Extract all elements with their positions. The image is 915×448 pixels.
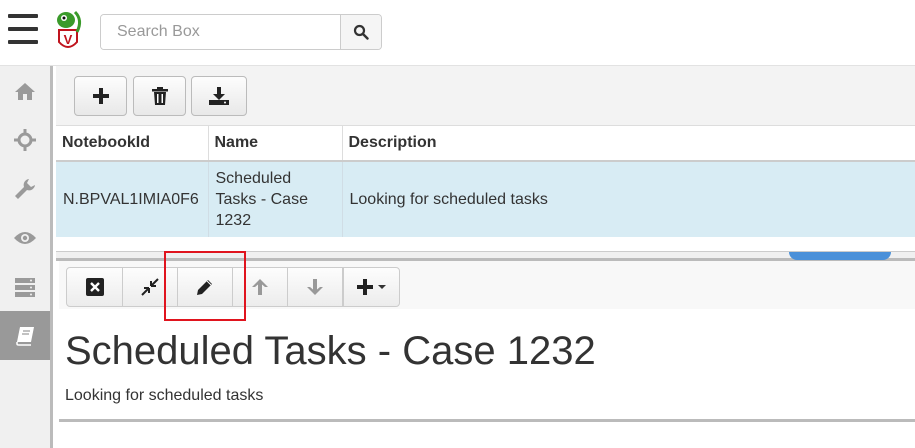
cell-toolbar (59, 261, 915, 309)
collapse-cell-button[interactable] (122, 267, 178, 307)
pane-splitter[interactable] (56, 251, 915, 261)
notebook-cell[interactable]: Scheduled Tasks - Case 1232 Looking for … (59, 309, 915, 422)
edit-cell-button[interactable] (177, 267, 233, 307)
splitter-handle[interactable] (789, 252, 891, 260)
edit-icon (197, 280, 212, 295)
trash-icon (151, 87, 168, 105)
velociraptor-logo: V (57, 10, 82, 48)
notebook-toolbar (56, 66, 915, 126)
download-icon (209, 87, 229, 105)
cell-heading: Scheduled Tasks - Case 1232 (65, 329, 596, 373)
plus-icon (92, 88, 109, 104)
arrow-up-icon (252, 279, 268, 295)
sidebar-item-hunt[interactable] (0, 115, 50, 164)
new-notebook-button[interactable] (74, 76, 127, 116)
export-notebook-button[interactable] (191, 76, 247, 116)
close-icon (85, 278, 104, 296)
sidebar-item-view[interactable] (0, 213, 50, 262)
server-icon (15, 277, 35, 297)
add-cell-dropdown-button[interactable] (343, 267, 400, 307)
sidebar-item-artifacts[interactable] (0, 164, 50, 213)
search-box (100, 14, 382, 50)
notebook-icon (16, 326, 34, 346)
search-icon (353, 24, 369, 40)
arrow-down-icon (307, 279, 323, 295)
sidebar-item-home[interactable] (0, 66, 50, 115)
notebook-table: NotebookId Name Description N.BPVAL1IMIA… (56, 126, 915, 237)
cell-notebook-description: Looking for scheduled tasks (342, 161, 915, 237)
column-header-notebookid[interactable]: NotebookId (56, 126, 209, 162)
column-header-description[interactable]: Description (342, 126, 915, 162)
svg-text:V: V (64, 32, 73, 47)
main-content: NotebookId Name Description N.BPVAL1IMIA… (56, 66, 915, 448)
delete-notebook-button[interactable] (133, 76, 186, 116)
table-row[interactable]: N.BPVAL1IMIA0F6 Scheduled Tasks - Case 1… (56, 161, 915, 237)
chevron-down-icon (378, 285, 386, 289)
sidebar (0, 66, 53, 448)
hamburger-menu-icon[interactable] (8, 14, 38, 46)
collapse-icon (141, 278, 159, 296)
cell-notebook-name: Scheduled Tasks - Case 1232 (208, 161, 343, 237)
search-button[interactable] (340, 15, 381, 49)
wrench-icon (15, 178, 35, 199)
crosshair-icon (14, 128, 36, 151)
sidebar-item-notebooks[interactable] (0, 311, 50, 360)
cell-notebook-id: N.BPVAL1IMIA0F6 (56, 161, 209, 237)
move-cell-down-button[interactable] (287, 267, 343, 307)
home-icon (15, 82, 35, 100)
cell-text: Looking for scheduled tasks (65, 387, 264, 404)
move-cell-up-button[interactable] (232, 267, 288, 307)
sidebar-item-server[interactable] (0, 262, 50, 311)
add-dropdown-icon (357, 279, 373, 295)
close-cell-button[interactable] (66, 267, 123, 307)
eye-icon (14, 231, 36, 244)
search-input[interactable] (101, 15, 340, 49)
column-header-name[interactable]: Name (208, 126, 343, 162)
top-bar: V (0, 0, 915, 66)
